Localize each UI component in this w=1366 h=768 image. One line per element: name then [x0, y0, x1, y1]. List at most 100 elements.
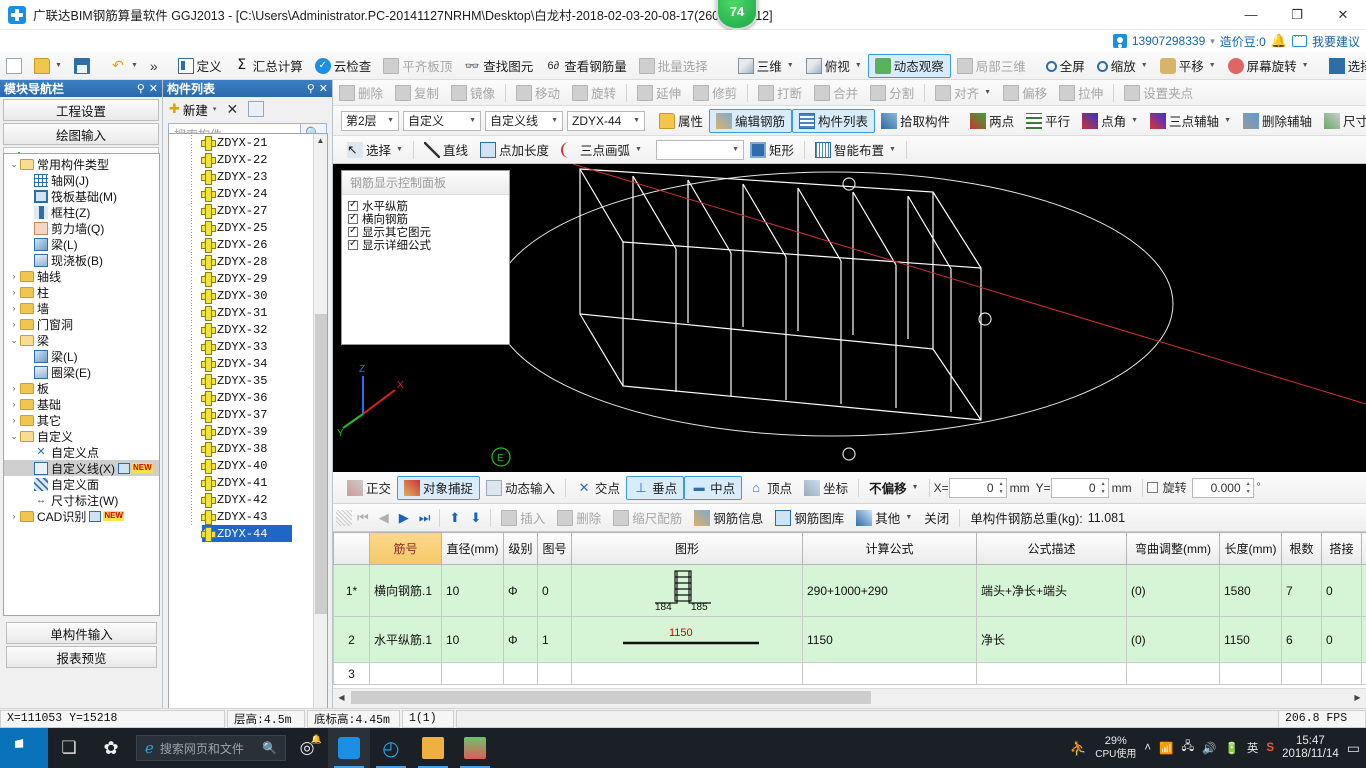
cell-formula_desc[interactable]: 净长 [976, 616, 1127, 663]
two-point-button[interactable]: 两点 [964, 109, 1020, 133]
prev-record-button[interactable]: ◀ [374, 510, 394, 526]
tree-item-1[interactable]: 轴网(J) [4, 172, 159, 188]
notes-app-button[interactable] [412, 728, 454, 768]
pin-icon[interactable]: ⚲ [307, 82, 315, 95]
component-item-zdyx-23[interactable]: ZDYX-23 [169, 168, 313, 185]
column-header-10[interactable]: 根数 [1281, 532, 1322, 565]
cell-formula[interactable]: 1150 [802, 616, 977, 663]
close-button[interactable]: ✕ [1320, 0, 1366, 30]
point-length-button[interactable]: 点加长度 [474, 138, 555, 162]
component-item-zdyx-28[interactable]: ZDYX-28 [169, 253, 313, 270]
cell-loss[interactable] [1361, 662, 1366, 685]
scroll-left-icon[interactable]: ◀ [333, 689, 350, 706]
properties-button[interactable]: 属性 [653, 109, 709, 133]
volume-icon[interactable]: 🔊 [1202, 741, 1216, 755]
align-slab-button[interactable]: 平齐板顶 [377, 54, 458, 78]
edit-rebar-button[interactable]: 编辑钢筋 [709, 108, 793, 133]
component-item-zdyx-43[interactable]: ZDYX-43 [169, 508, 313, 525]
component-item-zdyx-30[interactable]: ZDYX-30 [169, 287, 313, 304]
component-type-tree[interactable]: ⌄ 常用构件类型 轴网(J) 筏板基础(M) 框柱(Z) 剪力墙(Q) 梁(L) 现浇板(B)… [3, 153, 160, 616]
intersection-snap-toggle[interactable]: ✕ 交点 [570, 476, 626, 500]
pan-button[interactable]: 平移 ▼ [1154, 54, 1222, 78]
column-header-6[interactable]: 计算公式 [802, 532, 977, 565]
tree-item-22[interactable]: › CAD识别 NEW [4, 508, 159, 524]
component-item-zdyx-41[interactable]: ZDYX-41 [169, 474, 313, 491]
chevron-down-icon[interactable]: ▼ [1131, 117, 1138, 124]
open-file-button[interactable]: ▼ [28, 54, 68, 78]
component-item-zdyx-44[interactable]: ZDYX-44 [201, 525, 292, 542]
move-up-button[interactable]: ⬆ [444, 510, 465, 526]
column-header-0[interactable] [333, 532, 370, 565]
table-row[interactable]: 3 [333, 662, 1366, 685]
other-menu-button[interactable]: 其他 ▼ [850, 506, 918, 530]
chevron-down-icon[interactable]: ▼ [984, 89, 991, 96]
column-header-7[interactable]: 公式描述 [976, 532, 1127, 565]
nav-button-single-component-input[interactable]: 单构件输入 [6, 622, 157, 644]
chevron-down-icon[interactable]: ▼ [635, 146, 642, 153]
select-tool-button[interactable]: ↖ 选择 ▼ [341, 138, 409, 162]
view-3d-button[interactable]: 三维 ▼ [732, 54, 800, 78]
tree-item-13[interactable]: 圈梁(E) [4, 364, 159, 380]
rebar-shape-cell[interactable]: 1150 [571, 616, 803, 663]
perpendicular-snap-toggle[interactable]: ⊥ 垂点 [626, 475, 685, 500]
break-button[interactable]: 打断 [752, 81, 808, 105]
tree-toggle-icon[interactable]: › [8, 287, 20, 297]
row-number[interactable]: 1* [333, 564, 370, 617]
power-icon[interactable]: 🔋 [1225, 741, 1239, 755]
ggj-app-button[interactable] [328, 728, 370, 768]
component-item-zdyx-29[interactable]: ZDYX-29 [169, 270, 313, 287]
rebar-shape-cell[interactable] [571, 662, 803, 685]
feedback-bubble-icon[interactable] [1291, 31, 1307, 47]
component-item-zdyx-38[interactable]: ZDYX-38 [169, 440, 313, 457]
parallel-button[interactable]: 平行 [1020, 109, 1076, 133]
screen-rotate-button[interactable]: 屏幕旋转 ▼ [1222, 54, 1315, 78]
dynamic-observe-button[interactable]: 动态观察 [867, 53, 951, 78]
table-horizontal-scrollbar[interactable]: ◀ ▶ [333, 688, 1366, 705]
offset-mode-selector[interactable]: 不偏移 ▼ [863, 476, 924, 500]
last-record-button[interactable]: ⏭ [414, 510, 436, 526]
component-item-zdyx-32[interactable]: ZDYX-32 [169, 321, 313, 338]
tree-item-3[interactable]: 框柱(Z) [4, 204, 159, 220]
tree-toggle-icon[interactable]: ⌄ [8, 335, 20, 346]
cell-lap[interactable]: 0 [1321, 564, 1362, 617]
account-phone[interactable]: 13907298339 [1132, 34, 1205, 48]
chevron-down-icon[interactable]: ▼ [396, 146, 403, 153]
component-item-zdyx-26[interactable]: ZDYX-26 [169, 236, 313, 253]
table-row[interactable]: 2水平纵筋.110Φ111501150净长(0)1150600 [333, 616, 1366, 663]
people-icon[interactable]: ⛹ [1070, 740, 1087, 757]
tree-toggle-icon[interactable]: › [8, 511, 20, 521]
tree-item-4[interactable]: 剪力墙(Q) [4, 220, 159, 236]
cell-drawing_no[interactable]: 1 [537, 616, 572, 663]
grip-handle-icon[interactable] [336, 509, 352, 526]
chevron-down-icon[interactable]: ▼ [912, 484, 919, 491]
select-floor-button[interactable]: 选择楼层 [1323, 54, 1366, 78]
cell-drawing_no[interactable]: 0 [537, 564, 572, 617]
input-mode-indicator[interactable]: 英 [1247, 740, 1259, 756]
scrollbar-thumb[interactable] [351, 691, 871, 704]
view-top-button[interactable]: 俯视 ▼ [800, 54, 868, 78]
toolbar-overflow-button[interactable]: » [144, 54, 164, 78]
next-record-button[interactable]: ▶ [394, 510, 414, 526]
component-item-zdyx-40[interactable]: ZDYX-40 [169, 457, 313, 474]
cell-grade[interactable] [503, 662, 538, 685]
cloud-check-button[interactable]: ✓ 云检查 [309, 54, 378, 78]
cell-count[interactable]: 7 [1281, 564, 1322, 617]
chevron-down-icon[interactable]: ▼ [1302, 62, 1309, 69]
tree-item-8[interactable]: › 柱 [4, 284, 159, 300]
component-list-button[interactable]: 构件列表 [792, 108, 876, 133]
split-button[interactable]: 分割 [864, 81, 920, 105]
component-item-zdyx-35[interactable]: ZDYX-35 [169, 372, 313, 389]
chevron-down-icon[interactable]: ▾ [1210, 36, 1215, 47]
orthogonal-toggle[interactable]: 正交 [341, 476, 397, 500]
three-point-axis-button[interactable]: 三点辅轴 ▼ [1144, 109, 1237, 133]
new-document-button[interactable] [0, 54, 28, 78]
action-center-icon[interactable]: ▭ [1347, 740, 1360, 757]
dynamic-input-toggle[interactable]: 动态输入 [480, 476, 561, 500]
dimension-button[interactable]: 尺寸标注▼ [1318, 109, 1366, 133]
cell-name[interactable] [369, 662, 442, 685]
arc-three-point-button[interactable]: 三点画弧 ▼ [555, 138, 648, 162]
first-record-button[interactable]: ⏮ [352, 510, 374, 526]
view-rebar-qty-button[interactable]: 6∂ 查看钢筋量 [539, 54, 633, 78]
checkbox-icon[interactable] [348, 199, 358, 211]
component-item-zdyx-36[interactable]: ZDYX-36 [169, 389, 313, 406]
